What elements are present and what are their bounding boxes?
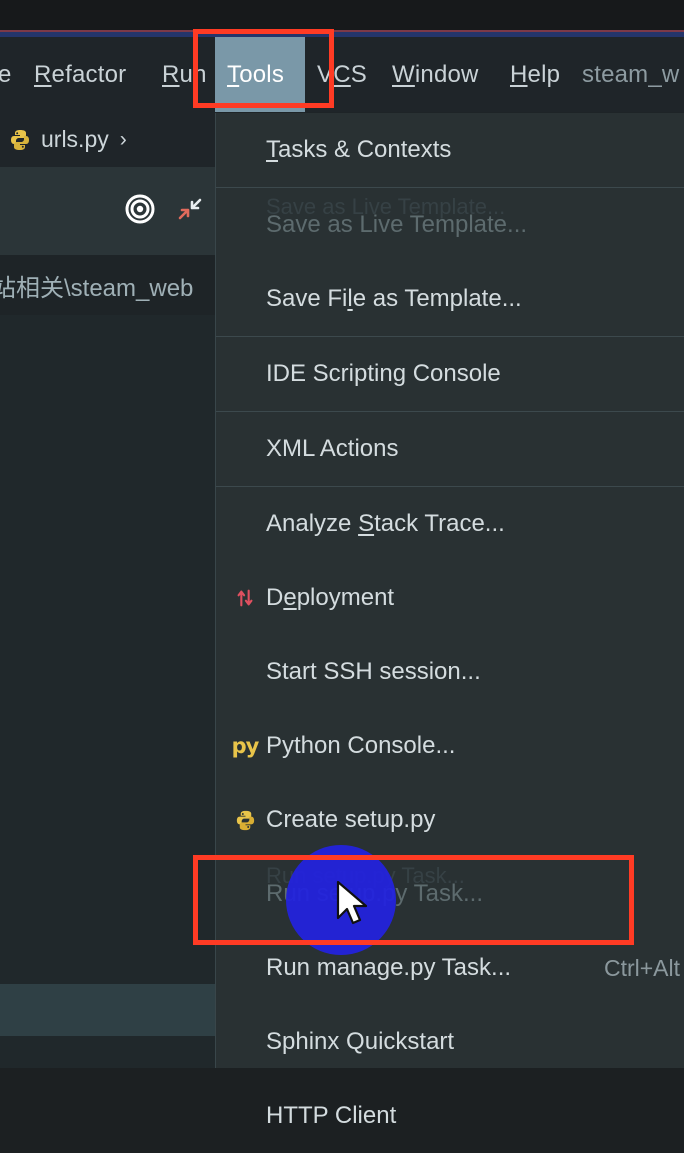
menu-item-python-console[interactable]: py Python Console...	[216, 709, 684, 783]
menu-item-shortcut: Ctrl+Alt	[603, 954, 680, 981]
menu-item-analyze-stack-trace[interactable]: Analyze Stack Trace...	[216, 487, 684, 561]
menu-item-label: Run manage.py Task...	[266, 954, 512, 981]
menu-item-http-client[interactable]: HTTP Client	[216, 1079, 684, 1153]
menu-item-label: Tasks & Contexts	[266, 136, 452, 163]
menu-item-label: Python Console...	[266, 732, 456, 759]
menu-item-save-as-live-template: Save as Live Template... Save as Live Tem…	[216, 188, 684, 262]
menu-item-run-setup-py-task: Run setup.py Task... Run setup.py Task...	[216, 857, 684, 931]
menu-item-label: Create setup.py	[266, 806, 436, 833]
chevron-right-icon: ›	[119, 127, 127, 151]
menu-item-label: Start SSH session...	[266, 658, 481, 685]
menubar-item-label: Run	[162, 60, 207, 88]
menu-item-label: HTTP Client	[266, 1102, 397, 1129]
menubar-item-help[interactable]: Help	[498, 37, 570, 112]
menubar-item-label: steam_w	[582, 60, 680, 88]
menubar-item-label: e	[0, 60, 12, 88]
menu-item-xml-actions[interactable]: XML Actions	[216, 412, 684, 486]
menubar-item-label: Tools	[227, 60, 285, 88]
window-title-strip	[0, 0, 684, 32]
menu-item-run-manage-py-task[interactable]: Run manage.py Task... Ctrl+Alt	[216, 931, 684, 1005]
editor-selected-line	[0, 984, 215, 1036]
tools-dropdown-menu: Tasks & Contexts Save as Live Template...…	[215, 113, 684, 1129]
menubar-item-vcs[interactable]: VCS	[305, 37, 375, 112]
menubar-item-tools[interactable]: Tools	[215, 37, 305, 112]
menu-item-deployment[interactable]: Deployment	[216, 561, 684, 635]
menu-item-ide-scripting-console[interactable]: IDE Scripting Console	[216, 337, 684, 411]
menu-item-tasks-contexts[interactable]: Tasks & Contexts	[216, 113, 684, 187]
menubar-item-label: Window	[392, 60, 479, 88]
menu-item-save-file-as-template[interactable]: Save File as Template...	[216, 262, 684, 336]
breadcrumb-file[interactable]: urls.py	[41, 126, 109, 153]
menubar-item-label: VCS	[317, 60, 367, 88]
python-file-icon	[8, 128, 32, 152]
menu-item-label: XML Actions	[266, 435, 399, 462]
menubar-item-run[interactable]: Run	[150, 37, 216, 112]
menu-item-label: Run setup.py Task...	[266, 880, 484, 907]
menu-item-start-ssh-session[interactable]: Start SSH session...	[216, 635, 684, 709]
menu-item-label: IDE Scripting Console	[266, 360, 501, 387]
editor-toolstrip	[0, 167, 215, 255]
breadcrumb: urls.py ›	[0, 112, 215, 167]
menu-item-label: Save File as Template...	[266, 285, 522, 312]
collapse-all-icon[interactable]	[177, 196, 203, 227]
main-menu-bar: e Refactor Run Tools VCS Window Help steam_w	[0, 37, 684, 112]
menubar-item-steam-w[interactable]: steam_w	[570, 37, 684, 112]
editor-path-text: 站相关\steam_web	[0, 274, 194, 302]
editor-path-row: 站相关\steam_web	[0, 255, 215, 315]
menu-item-label: Analyze Stack Trace...	[266, 510, 505, 537]
menubar-item-label: Refactor	[34, 60, 127, 88]
menu-item-create-setup-py[interactable]: Create setup.py	[216, 783, 684, 857]
python-logo-icon	[224, 809, 266, 832]
menu-item-label: Save as Live Template...	[266, 211, 528, 238]
menubar-item-window[interactable]: Window	[380, 37, 500, 112]
menu-item-label: Deployment	[266, 584, 395, 611]
scroll-to-source-icon[interactable]	[125, 194, 155, 229]
ide-window: e Refactor Run Tools VCS Window Help steam_w ur…	[0, 0, 684, 1129]
deployment-icon	[224, 587, 266, 609]
menu-item-label: Sphinx Quickstart	[266, 1028, 455, 1055]
menubar-item-label: Help	[510, 60, 561, 88]
menubar-item-refactor[interactable]: Refactor	[22, 37, 142, 112]
py-icon: py	[231, 734, 260, 758]
